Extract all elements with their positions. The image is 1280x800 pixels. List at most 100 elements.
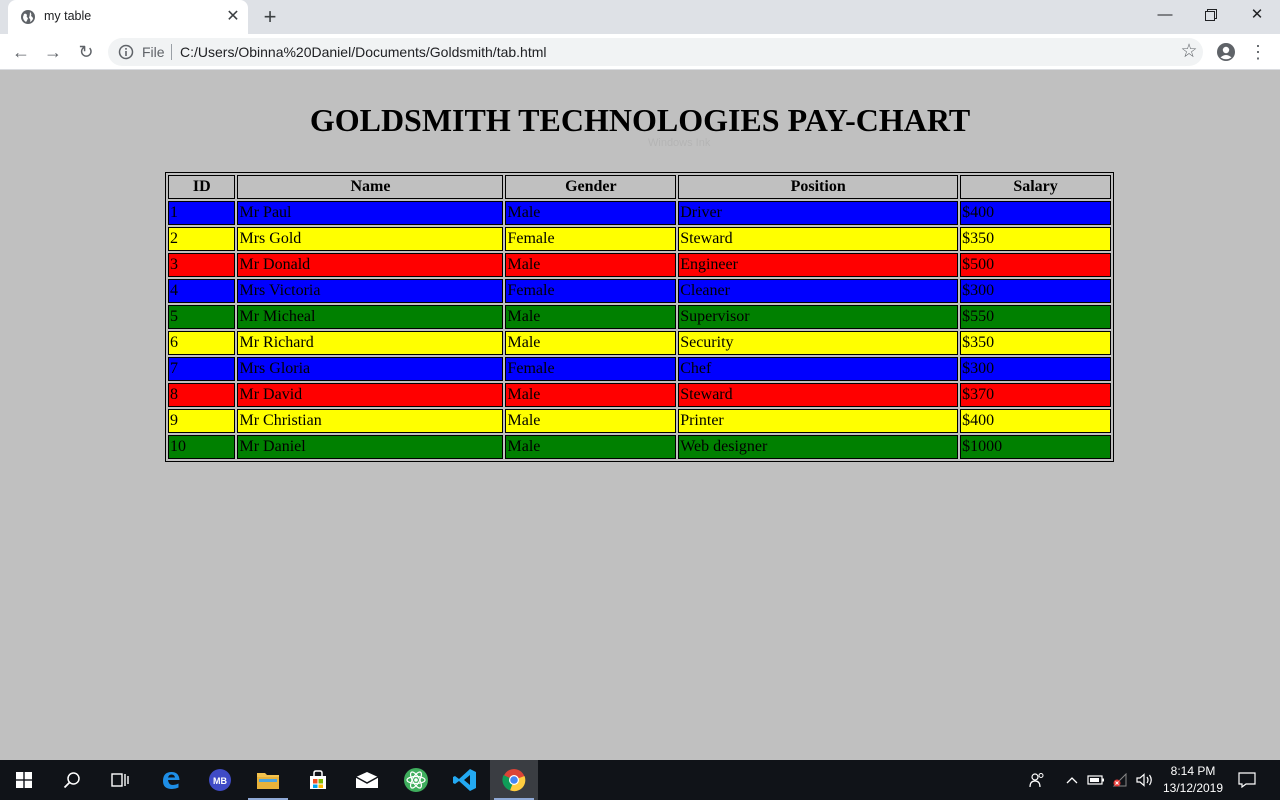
restore-icon[interactable]: [1188, 0, 1234, 30]
file-explorer-icon[interactable]: [244, 760, 292, 800]
column-header-salary: Salary: [960, 175, 1111, 199]
chevron-up-icon[interactable]: [1062, 760, 1082, 800]
taskbar-clock[interactable]: 8:14 PM 13/12/2019: [1158, 763, 1228, 797]
cell-name: Mrs Victoria: [237, 279, 504, 303]
cell-salary: $350: [960, 227, 1111, 251]
table-row: 9 Mr Christian Male Printer $400: [168, 409, 1111, 433]
chrome-icon[interactable]: [490, 760, 538, 800]
cell-salary: $500: [960, 253, 1111, 277]
table-row: 3 Mr Donald Male Engineer $500: [168, 253, 1111, 277]
scheme-label: File: [142, 44, 165, 60]
cell-name: Mrs Gold: [237, 227, 504, 251]
table-row: 10 Mr Daniel Male Web designer $1000: [168, 435, 1111, 459]
tab-strip: my table ✕ + — ✕: [0, 0, 1280, 34]
edge-icon[interactable]: [147, 760, 195, 800]
windows-taskbar: MB 8:14 PM 13/12/2019: [0, 760, 1280, 800]
cell-salary: $400: [960, 409, 1111, 433]
close-tab-icon[interactable]: ✕: [224, 8, 242, 26]
mb-app-label: MB: [213, 776, 227, 786]
task-view-icon[interactable]: [96, 760, 144, 800]
back-icon[interactable]: ←: [9, 40, 33, 64]
table-row: 2 Mrs Gold Female Steward $350: [168, 227, 1111, 251]
minimize-icon[interactable]: —: [1142, 0, 1188, 30]
cell-name: Mr David: [237, 383, 504, 407]
volume-icon[interactable]: [1134, 760, 1156, 800]
cell-id: 9: [168, 409, 236, 433]
people-icon[interactable]: [1024, 760, 1050, 800]
cell-id: 10: [168, 435, 236, 459]
cell-gender: Male: [505, 383, 677, 407]
cell-position: Cleaner: [678, 279, 959, 303]
start-icon[interactable]: [0, 760, 48, 800]
account-icon[interactable]: [1216, 42, 1236, 62]
cell-gender: Male: [505, 435, 677, 459]
url-text[interactable]: C:/Users/Obinna%20Daniel/Documents/Golds…: [180, 44, 547, 60]
cell-position: Steward: [678, 227, 959, 251]
cell-gender: Male: [505, 305, 677, 329]
cell-position: Steward: [678, 383, 959, 407]
browser-tab[interactable]: my table ✕: [8, 0, 248, 34]
store-icon[interactable]: [294, 760, 342, 800]
mb-app-icon[interactable]: MB: [196, 760, 244, 800]
mail-icon[interactable]: [343, 760, 391, 800]
globe-icon: [21, 10, 35, 24]
bookmark-star-icon[interactable]: ☆: [1178, 41, 1200, 63]
cell-id: 6: [168, 331, 236, 355]
cell-gender: Female: [505, 227, 677, 251]
table-header-row: ID Name Gender Position Salary: [168, 175, 1111, 199]
column-header-id: ID: [168, 175, 236, 199]
cell-id: 3: [168, 253, 236, 277]
network-disconnected-icon[interactable]: [1110, 760, 1130, 800]
close-window-icon[interactable]: ✕: [1234, 0, 1280, 30]
new-tab-icon[interactable]: +: [258, 5, 282, 29]
cell-position: Driver: [678, 201, 959, 225]
atom-icon[interactable]: [392, 760, 440, 800]
cell-gender: Female: [505, 279, 677, 303]
cell-gender: Male: [505, 409, 677, 433]
cell-salary: $300: [960, 279, 1111, 303]
cell-name: Mr Paul: [237, 201, 504, 225]
clock-date: 13/12/2019: [1162, 781, 1224, 795]
cell-id: 7: [168, 357, 236, 381]
reload-icon[interactable]: ↻: [74, 40, 98, 64]
cell-salary: $300: [960, 357, 1111, 381]
table-row: 5 Mr Micheal Male Supervisor $550: [168, 305, 1111, 329]
cell-position: Printer: [678, 409, 959, 433]
url-divider: [171, 44, 172, 60]
table-row: 8 Mr David Male Steward $370: [168, 383, 1111, 407]
table-row: 7 Mrs Gloria Female Chef $300: [168, 357, 1111, 381]
ink-watermark: Windows Ink: [648, 137, 711, 149]
cell-gender: Female: [505, 357, 677, 381]
cell-position: Web designer: [678, 435, 959, 459]
cell-name: Mr Donald: [237, 253, 504, 277]
cell-id: 2: [168, 227, 236, 251]
browser-toolbar: ← → ↻ File C:/Users/Obinna%20Daniel/Docu…: [0, 34, 1280, 70]
cell-position: Chef: [678, 357, 959, 381]
cell-name: Mr Micheal: [237, 305, 504, 329]
vscode-icon[interactable]: [441, 760, 489, 800]
cell-salary: $370: [960, 383, 1111, 407]
search-icon[interactable]: [48, 760, 96, 800]
tab-title: my table: [44, 9, 92, 23]
cell-id: 5: [168, 305, 236, 329]
cell-name: Mrs Gloria: [237, 357, 504, 381]
cell-position: Engineer: [678, 253, 959, 277]
table-row: 6 Mr Richard Male Security $350: [168, 331, 1111, 355]
cell-name: Mr Richard: [237, 331, 504, 355]
cell-id: 1: [168, 201, 236, 225]
cell-salary: $1000: [960, 435, 1111, 459]
cell-gender: Male: [505, 253, 677, 277]
forward-icon[interactable]: →: [41, 40, 65, 64]
pay-chart-table: ID Name Gender Position Salary 1 Mr Paul M…: [165, 172, 1114, 462]
notifications-icon[interactable]: [1232, 760, 1262, 800]
more-menu-icon[interactable]: ⋮: [1248, 40, 1268, 64]
info-icon[interactable]: [118, 44, 134, 60]
battery-icon[interactable]: [1086, 760, 1106, 800]
table-row: 1 Mr Paul Male Driver $400: [168, 201, 1111, 225]
column-header-position: Position: [678, 175, 959, 199]
page-viewport: GOLDSMITH TECHNOLOGIES PAY-CHART Windows…: [0, 70, 1280, 760]
address-bar[interactable]: File C:/Users/Obinna%20Daniel/Documents/…: [108, 38, 1203, 66]
cell-position: Security: [678, 331, 959, 355]
cell-id: 4: [168, 279, 236, 303]
column-header-gender: Gender: [505, 175, 677, 199]
